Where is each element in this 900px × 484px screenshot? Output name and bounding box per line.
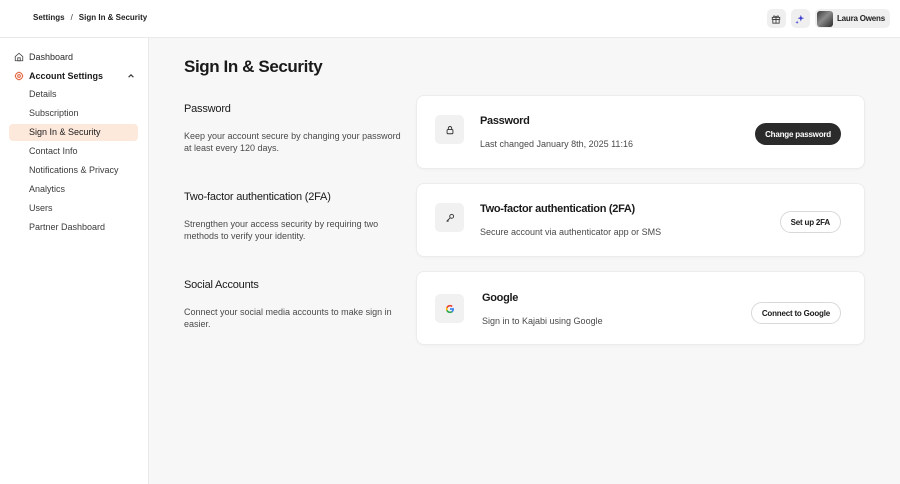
sidebar-item-account-settings[interactable]: Account Settings	[14, 68, 103, 84]
sidebar-item-analytics[interactable]: Analytics	[9, 181, 138, 198]
two-factor-section-description: Strengthen your access security by requi…	[184, 219, 379, 241]
password-card: Password Last changed January 8th, 2025 …	[416, 95, 865, 169]
home-icon	[14, 52, 24, 62]
gift-icon	[772, 14, 781, 24]
gift-button[interactable]	[766, 9, 786, 28]
social-accounts-section-description: Connect your social media accounts to ma…	[184, 307, 392, 329]
google-card-icon	[435, 294, 464, 323]
change-password-button[interactable]: Change password	[755, 123, 841, 145]
two-factor-card-subtitle: Secure account via authenticator app or …	[480, 227, 662, 237]
sidebar: Dashboard Account Settings Details Subsc…	[0, 38, 149, 484]
password-card-title: Password	[480, 115, 530, 127]
header-actions: Laura Owens	[766, 9, 890, 28]
sidebar-item-label: Account Settings	[29, 71, 104, 81]
sidebar-item-subscription[interactable]: Subscription	[9, 105, 138, 122]
breadcrumb-settings-link[interactable]: Settings	[33, 13, 65, 22]
sidebar-item-label: Dashboard	[29, 52, 74, 62]
password-section-description: Keep your account secure by changing you…	[184, 131, 401, 153]
connect-google-button[interactable]: Connect to Google	[750, 302, 841, 324]
password-section-title: Password	[184, 103, 231, 115]
user-menu[interactable]: Laura Owens	[814, 9, 890, 28]
sidebar-item-dashboard[interactable]: Dashboard	[14, 49, 73, 65]
breadcrumb: Settings / Sign In & Security	[33, 13, 147, 22]
social-accounts-section-title: Social Accounts	[184, 279, 259, 291]
chevron-up-icon[interactable]	[127, 72, 135, 80]
top-bar: Settings / Sign In & Security Laura Owen…	[0, 0, 900, 38]
breadcrumb-current: Sign In & Security	[78, 13, 148, 22]
sidebar-item-notifications-privacy[interactable]: Notifications & Privacy	[9, 162, 138, 179]
setup-2fa-button[interactable]: Set up 2FA	[779, 211, 841, 233]
sidebar-item-contact-info[interactable]: Contact Info	[9, 143, 138, 160]
breadcrumb-separator: /	[70, 13, 73, 22]
sidebar-item-users[interactable]: Users	[9, 200, 138, 217]
password-last-changed: Last changed January 8th, 2025 11:16	[480, 139, 633, 149]
google-icon	[445, 304, 454, 313]
settings-gear-icon	[14, 71, 24, 81]
sidebar-item-partner-dashboard[interactable]: Partner Dashboard	[9, 219, 138, 236]
lock-icon	[446, 125, 453, 134]
sparkle-icon	[795, 14, 805, 24]
google-card: Google Sign in to Kajabi using Google Co…	[416, 271, 865, 345]
google-card-subtitle: Sign in to Kajabi using Google	[482, 316, 603, 326]
two-factor-card-icon	[435, 203, 464, 232]
google-card-title: Google	[482, 292, 519, 304]
avatar	[816, 10, 833, 27]
two-factor-section-title: Two-factor authentication (2FA)	[184, 191, 331, 203]
sidebar-item-sign-in-security[interactable]: Sign In & Security	[9, 124, 138, 141]
two-factor-card: Two-factor authentication (2FA) Secure a…	[416, 183, 865, 257]
two-factor-card-title: Two-factor authentication (2FA)	[480, 203, 635, 215]
key-icon	[445, 213, 454, 222]
page-title: Sign In & Security	[184, 57, 323, 76]
sidebar-item-details[interactable]: Details	[9, 86, 138, 103]
password-card-icon	[435, 115, 464, 144]
ai-assistant-button[interactable]	[790, 9, 810, 28]
user-name: Laura Owens	[836, 14, 885, 23]
